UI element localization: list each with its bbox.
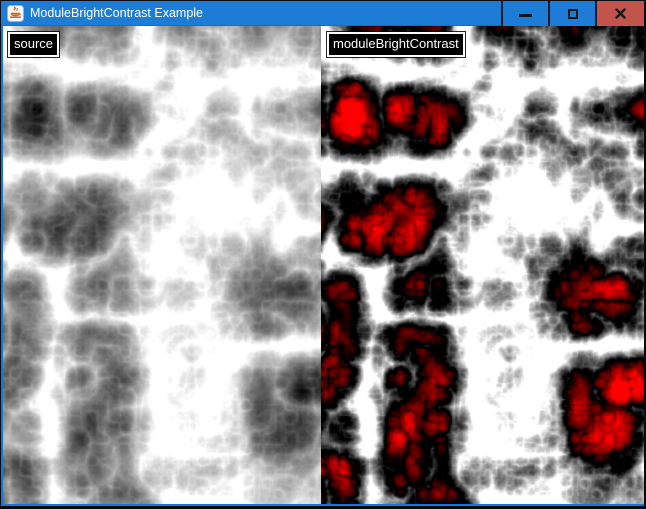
brightcontrast-image-panel: moduleBrightContrast	[321, 26, 644, 504]
brightcontrast-image-label: moduleBrightContrast	[327, 32, 465, 57]
java-coffee-cup-icon	[7, 5, 24, 22]
close-icon	[615, 8, 626, 19]
close-button[interactable]	[595, 1, 644, 26]
source-image-label: source	[8, 32, 59, 57]
titlebar[interactable]: ModuleBrightContrast Example	[1, 1, 644, 26]
source-image-panel: source	[3, 26, 321, 504]
minimize-button[interactable]	[501, 1, 548, 26]
source-image	[3, 26, 321, 504]
window-controls	[501, 1, 644, 26]
app-window: ModuleBrightContrast Example source modu…	[0, 0, 645, 507]
minimize-icon	[519, 14, 532, 17]
maximize-icon	[568, 9, 578, 19]
window-content: source moduleBrightContrast	[3, 26, 644, 504]
brightcontrast-image	[321, 26, 644, 504]
maximize-button[interactable]	[548, 1, 595, 26]
window-title: ModuleBrightContrast Example	[30, 1, 203, 26]
